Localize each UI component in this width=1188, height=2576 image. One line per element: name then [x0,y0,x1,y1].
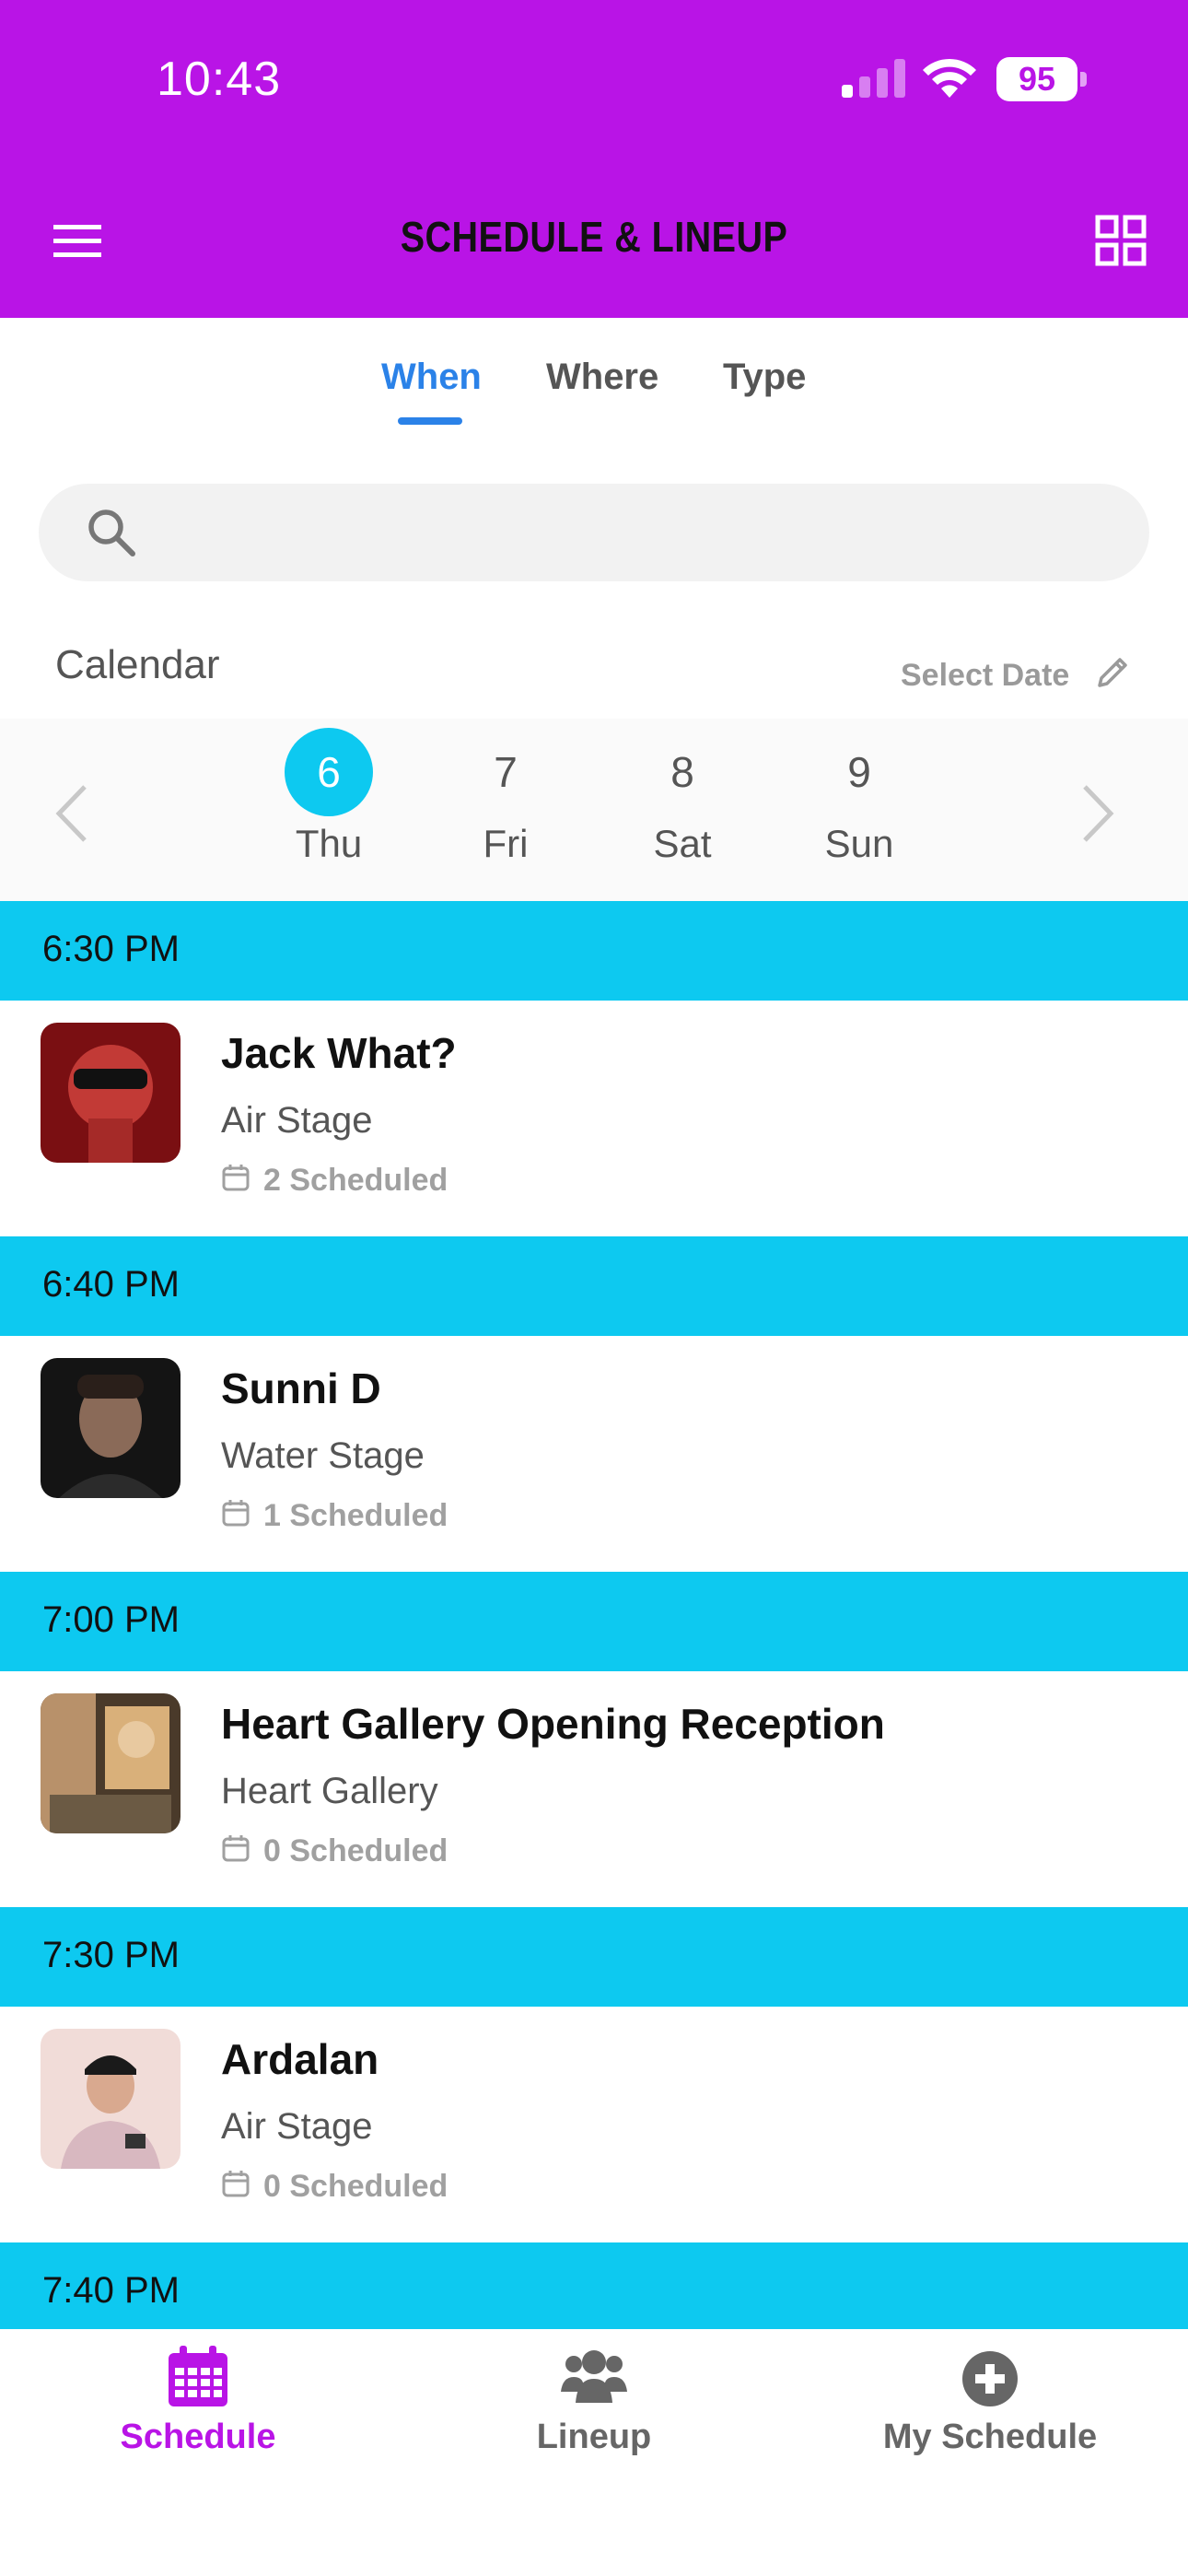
event-thumbnail [41,1693,181,1833]
event-stage: Water Stage [221,1435,425,1476]
calendar-icon [169,2346,227,2406]
artist-thumbnail [41,1023,181,1163]
active-tab-indicator [398,417,462,425]
tab-when[interactable]: When [381,357,482,398]
event-stage: Air Stage [221,1100,373,1141]
battery-indicator: 95 [996,57,1087,101]
nav-lineup[interactable]: Lineup [396,2329,792,2457]
calendar-small-icon [222,1835,250,1862]
nav-schedule[interactable]: Schedule [0,2329,396,2457]
day-number: 6 [285,728,373,816]
time-header: 6:30 PM [0,901,1188,1001]
artist-thumbnail [41,1358,181,1498]
scheduled-text: 2 Scheduled [263,1163,448,1198]
chevron-left-icon[interactable] [53,783,90,844]
scheduled-count: 1 Scheduled [221,1498,448,1534]
event-title: Ardalan [221,2035,379,2083]
day-name: Thu [295,822,363,865]
search-input[interactable] [149,484,1125,581]
time-header: 7:30 PM [0,1907,1188,2007]
people-icon [561,2350,627,2403]
chevron-right-icon[interactable] [1079,783,1116,844]
day-number: 9 [847,748,871,796]
day-name: Sun [824,822,894,865]
date-fri[interactable]: 7 Fri [437,728,575,866]
search-icon [88,509,135,556]
filter-tabs: When Where Type [0,318,1188,438]
cellular-signal-icon [842,59,905,98]
calendar-small-icon [222,2171,250,2197]
event-row[interactable]: Heart Gallery Opening Reception Heart Ga… [0,1671,1188,1907]
tab-where[interactable]: Where [546,357,658,398]
time-header: 7:00 PM [0,1572,1188,1671]
date-strip: 6 Thu 7 Fri 8 Sat 9 Sun [0,719,1188,901]
nav-label: Lineup [536,2418,652,2456]
nav-label: Schedule [120,2418,276,2456]
event-title: Jack What? [221,1029,457,1077]
time-label: 7:30 PM [42,1935,180,1975]
event-row[interactable]: Jack What? Air Stage 2 Scheduled [0,1001,1188,1236]
calendar-label: Calendar [55,642,220,687]
time-label: 7:00 PM [42,1599,180,1640]
day-name: Sat [653,822,712,865]
scheduled-text: 0 Scheduled [263,1833,448,1868]
app-header: 10:43 95 SCHEDULE & LINEUP [0,0,1188,318]
time-label: 6:30 PM [42,929,180,969]
scheduled-text: 0 Scheduled [263,2169,448,2204]
scheduled-text: 1 Scheduled [263,1498,448,1533]
calendar-small-icon [222,1165,250,1191]
nav-label: My Schedule [882,2418,1098,2456]
pencil-icon[interactable] [1094,654,1131,691]
event-stage: Air Stage [221,2106,373,2147]
event-stage: Heart Gallery [221,1771,438,1811]
event-title: Heart Gallery Opening Reception [221,1700,885,1748]
tab-type[interactable]: Type [723,357,806,398]
time-label: 6:40 PM [42,1264,180,1305]
calendar-small-icon [222,1500,250,1527]
scheduled-count: 2 Scheduled [221,1163,448,1199]
time-label: 7:40 PM [42,2270,180,2311]
status-time: 10:43 [157,53,282,106]
event-row[interactable]: Sunni D Water Stage 1 Scheduled [0,1336,1188,1572]
time-header: 6:40 PM [0,1236,1188,1336]
date-sun[interactable]: 9 Sun [790,728,928,866]
grid-view-icon[interactable] [1094,214,1147,267]
search-bar[interactable] [39,484,1149,581]
date-thu[interactable]: 6 Thu [260,728,398,866]
nav-my-schedule[interactable]: My Schedule [792,2329,1188,2457]
scheduled-count: 0 Scheduled [221,1833,448,1869]
date-sat[interactable]: 8 Sat [613,728,751,866]
page-title: SCHEDULE & LINEUP [400,213,788,261]
plus-circle-icon [962,2351,1018,2406]
day-name: Fri [483,822,529,865]
artist-thumbnail [41,2029,181,2169]
event-row[interactable]: Ardalan Air Stage 0 Scheduled [0,2007,1188,2242]
scheduled-count: 0 Scheduled [221,2169,448,2205]
wifi-icon [923,58,976,98]
select-date-link[interactable]: Select Date [901,658,1069,694]
day-number: 7 [494,748,518,796]
bottom-navigation: Schedule Lineup My Schedule [0,2329,1188,2576]
event-title: Sunni D [221,1364,381,1412]
day-number: 8 [670,748,694,796]
battery-level: 95 [1018,60,1056,98]
time-header: 7:40 PM [0,2242,1188,2342]
